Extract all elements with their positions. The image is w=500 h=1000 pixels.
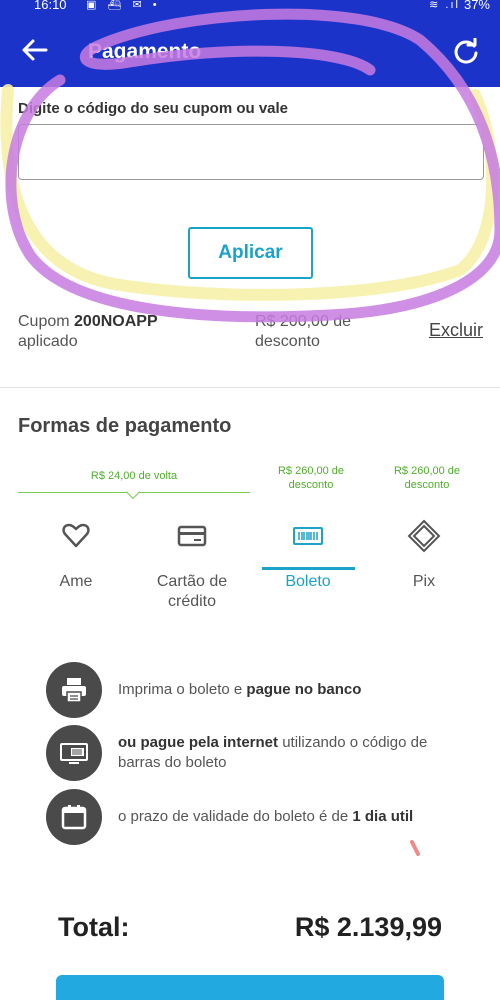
coupon-discount: R$ 200,00 de desconto — [255, 312, 351, 352]
coupon-label: Digite o código do seu cupom ou vale — [18, 100, 289, 117]
app-bar: Pagamento — [0, 14, 500, 87]
battery-level: 37% — [463, 0, 490, 12]
continue-button[interactable] — [56, 975, 444, 1000]
pix-promo-line2: desconto — [404, 479, 450, 491]
total-value: R$ 2.139,99 — [294, 912, 442, 942]
info-validity-part1: o prazo de validade do boleto é de — [118, 808, 353, 825]
info-internet-part1: ou pague pela internet — [118, 734, 279, 751]
remove-coupon-link[interactable]: Excluir — [429, 320, 483, 341]
info-print-part1: Imprima o boleto e — [118, 681, 247, 698]
pix-icon — [407, 519, 441, 553]
info-row-validity: o prazo de validade do boleto é de 1 dia… — [46, 789, 486, 845]
heart-icon — [62, 523, 90, 548]
tab-card-label-line1: Cartão de — [156, 573, 228, 590]
selected-tab-indicator — [262, 567, 355, 570]
tab-boleto-label: Boleto — [285, 573, 331, 590]
info-row-print: Imprima o boleto e pague no banco — [46, 662, 486, 718]
applied-coupon: Cupom 200NOAPP aplicado — [18, 312, 158, 352]
info-text-internet: ou pague pela internet utilizando o códi… — [118, 733, 458, 773]
calendar-icon — [46, 789, 102, 845]
payment-section-title: Formas de pagamento — [18, 415, 232, 437]
discount-line1: R$ 200,00 de — [255, 313, 352, 330]
info-row-internet: ou pague pela internet utilizando o códi… — [46, 725, 486, 781]
boleto-promo-line1: R$ 260,00 de — [277, 465, 345, 477]
coupon-input[interactable] — [18, 124, 484, 180]
refresh-icon[interactable] — [452, 38, 480, 66]
printer-icon — [46, 662, 102, 718]
divider — [0, 387, 500, 388]
status-time: 16:10 — [34, 0, 67, 12]
tab-boleto[interactable]: Boleto — [253, 518, 363, 592]
discount-line2: desconto — [255, 333, 320, 350]
tab-ame[interactable]: Ame — [21, 518, 131, 592]
boleto-promo-line2: desconto — [288, 479, 334, 491]
total-label: Total: — [58, 912, 130, 942]
applied-prefix: Cupom — [18, 313, 75, 330]
status-bar: 16:10 ▣ ⛴ ✉ • ≋ .ıl 37% — [0, 0, 500, 14]
pix-promo: R$ 260,00 de desconto — [374, 464, 480, 492]
ame-promo: R$ 24,00 de volta — [90, 470, 178, 482]
barcode-icon — [293, 527, 323, 545]
info-validity-part2: 1 dia util — [352, 808, 414, 825]
tab-card-label-line2: crédito — [167, 593, 217, 610]
tab-pix-label: Pix — [412, 573, 436, 590]
info-text-validity: o prazo de validade do boleto é de 1 dia… — [118, 807, 458, 827]
back-arrow-icon[interactable] — [20, 38, 48, 62]
apply-coupon-button[interactable]: Aplicar — [188, 227, 313, 279]
pix-promo-line1: R$ 260,00 de — [393, 465, 461, 477]
applied-code: 200NOAPP — [74, 313, 158, 330]
page-title: Pagamento — [88, 40, 202, 63]
signal-icon: ≋ .ıl — [429, 0, 460, 11]
credit-card-icon — [177, 525, 207, 547]
computer-barcode-icon — [46, 725, 102, 781]
tab-card[interactable]: Cartão de crédito — [137, 518, 247, 612]
boleto-promo: R$ 260,00 de desconto — [258, 464, 364, 492]
ame-promo-notch — [125, 484, 141, 500]
notification-icons: ▣ ⛴ ✉ • — [86, 0, 161, 11]
info-text-print: Imprima o boleto e pague no banco — [118, 680, 458, 700]
applied-suffix: aplicado — [18, 333, 78, 350]
tab-pix[interactable]: Pix — [369, 518, 479, 592]
info-print-part2: pague no banco — [246, 681, 362, 698]
tab-ame-label: Ame — [59, 573, 93, 590]
